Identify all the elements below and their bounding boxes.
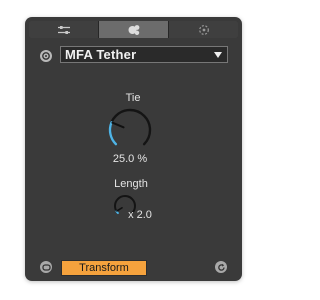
sliders-icon <box>57 25 70 34</box>
tie-knob[interactable] <box>105 105 155 155</box>
tab-parameters[interactable] <box>29 21 99 38</box>
device-select[interactable]: MFA Tether <box>60 46 228 63</box>
tie-knob-value-arc <box>108 121 118 146</box>
tie-knob-needle <box>111 121 125 129</box>
reset-button[interactable] <box>215 261 227 273</box>
power-icon <box>42 52 50 60</box>
device-panel: MFA Tether Tie 25.0 % Length x 2.0 Trans… <box>25 17 242 281</box>
length-value: x 2.0 <box>128 209 152 221</box>
tie-value: 25.0 % <box>112 153 148 165</box>
length-label: Length <box>114 178 148 190</box>
refresh-icon <box>217 263 225 271</box>
tie-label: Tie <box>125 92 141 104</box>
tab-target[interactable] <box>169 21 238 38</box>
tie-knob-track <box>108 108 152 146</box>
link-button[interactable] <box>40 261 52 273</box>
chevron-down-icon <box>214 52 222 58</box>
power-toggle-button[interactable] <box>40 50 52 62</box>
device-icon <box>128 24 139 35</box>
panel-tab-bar <box>29 21 238 38</box>
tab-device[interactable] <box>99 21 169 38</box>
device-select-value: MFA Tether <box>65 47 137 62</box>
transform-button[interactable]: Transform <box>61 260 147 276</box>
target-icon <box>198 24 209 35</box>
link-icon <box>41 263 51 271</box>
